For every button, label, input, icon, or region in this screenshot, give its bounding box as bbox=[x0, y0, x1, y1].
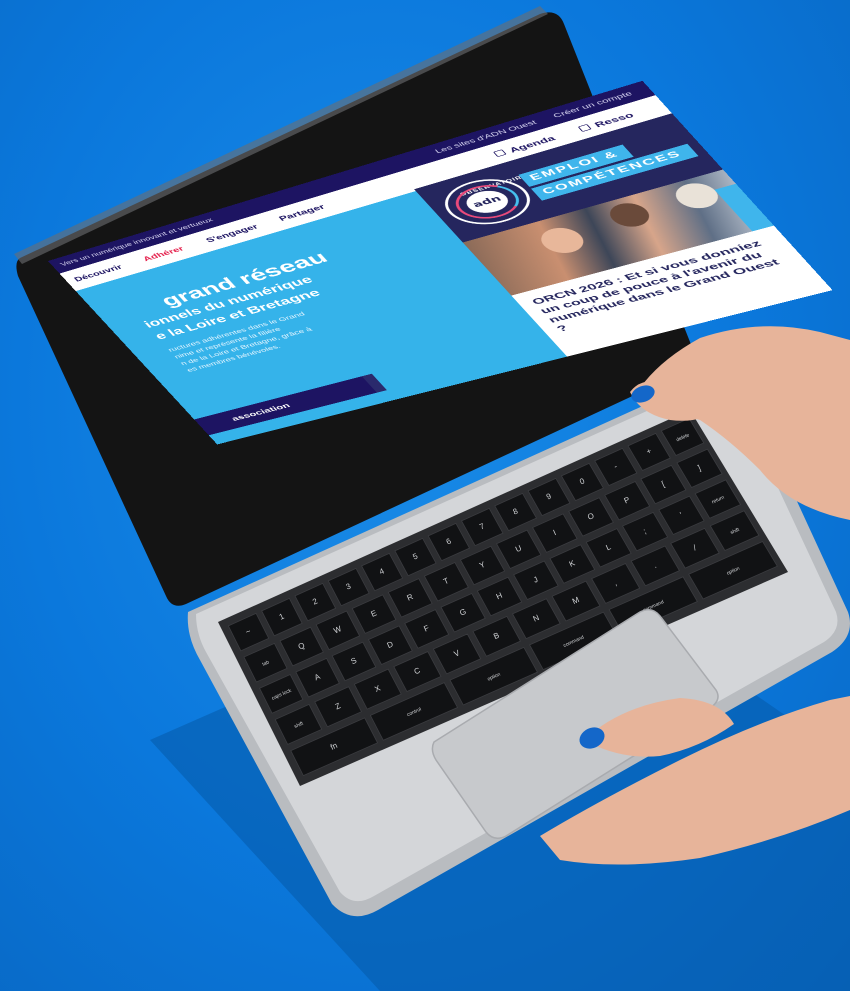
photo-person bbox=[602, 199, 657, 231]
calendar-icon bbox=[492, 149, 507, 158]
nav-item-adherer[interactable]: Adhérer bbox=[141, 245, 186, 263]
document-icon bbox=[577, 123, 592, 132]
photo-scene: ~1 2 3 4 5 6 7 8 9 0- + delete tab Q W E R T Y U I O P[] caps l… bbox=[0, 0, 850, 991]
photo-person bbox=[533, 223, 592, 257]
nav-item-partager[interactable]: Partager bbox=[277, 203, 327, 223]
photo-person bbox=[668, 179, 726, 213]
